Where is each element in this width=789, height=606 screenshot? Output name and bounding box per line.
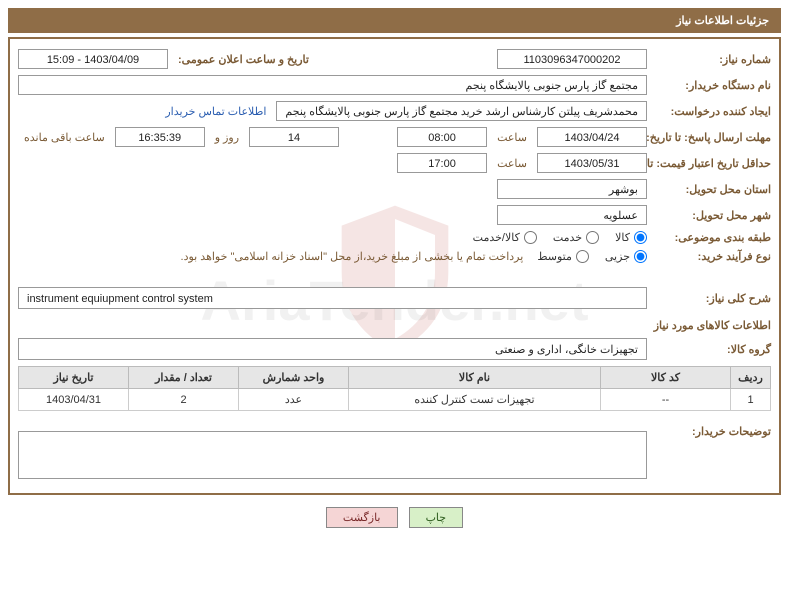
field-need-no: 1103096347000202 bbox=[497, 49, 647, 69]
table-row: 1 -- تجهیزات تست کنترل کننده عدد 2 1403/… bbox=[19, 389, 771, 411]
label-purchase-type: نوع فرآیند خرید: bbox=[651, 250, 771, 263]
radio-partial[interactable]: جزیی bbox=[605, 250, 647, 263]
print-button[interactable]: چاپ bbox=[409, 507, 464, 528]
field-remaining-time: 16:35:39 bbox=[115, 127, 205, 147]
radio-goods-service[interactable]: کالا/خدمت bbox=[473, 231, 537, 244]
th-unit: واحد شمارش bbox=[239, 367, 349, 389]
label-response-deadline: مهلت ارسال پاسخ: تا تاریخ: bbox=[651, 131, 771, 144]
th-idx: ردیف bbox=[731, 367, 771, 389]
purchase-radio-group: جزیی متوسط bbox=[537, 250, 647, 263]
goods-table: ردیف کد کالا نام کالا واحد شمارش تعداد /… bbox=[18, 366, 771, 411]
link-buyer-contact[interactable]: اطلاعات تماس خریدار bbox=[165, 105, 272, 118]
label-delivery-city: شهر محل تحویل: bbox=[651, 209, 771, 222]
details-panel: شماره نیاز: 1103096347000202 تاریخ و ساع… bbox=[8, 37, 781, 495]
purchase-note: پرداخت تمام یا بخشی از مبلغ خرید،از محل … bbox=[18, 250, 533, 263]
label-category: طبقه بندی موضوعی: bbox=[651, 231, 771, 244]
label-time-2: ساعت bbox=[491, 157, 533, 170]
cell-code: -- bbox=[601, 389, 731, 411]
field-response-time: 08:00 bbox=[397, 127, 487, 147]
label-buyer-notes: توضیحات خریدار: bbox=[651, 425, 771, 438]
buyer-notes-box bbox=[18, 431, 647, 479]
field-general-desc: instrument equiupment control system bbox=[18, 287, 647, 309]
label-need-no: شماره نیاز: bbox=[651, 53, 771, 66]
button-bar: چاپ بازگشت bbox=[0, 499, 789, 536]
goods-section-title: اطلاعات کالاهای مورد نیاز bbox=[18, 319, 771, 332]
radio-service[interactable]: خدمت bbox=[553, 231, 599, 244]
panel-header: جزئیات اطلاعات نیاز bbox=[8, 8, 781, 33]
label-remaining: ساعت باقی مانده bbox=[18, 131, 111, 144]
radio-goods[interactable]: کالا bbox=[615, 231, 647, 244]
category-radio-group: کالا خدمت کالا/خدمت bbox=[473, 231, 647, 244]
th-code: کد کالا bbox=[601, 367, 731, 389]
field-buyer-org: مجتمع گاز پارس جنوبی پالایشگاه پنجم bbox=[18, 75, 647, 95]
field-validity-date: 1403/05/31 bbox=[537, 153, 647, 173]
field-announce-datetime: 1403/04/09 - 15:09 bbox=[18, 49, 168, 69]
field-delivery-province: بوشهر bbox=[497, 179, 647, 199]
label-time-1: ساعت bbox=[491, 131, 533, 144]
label-general-desc: شرح کلی نیاز: bbox=[651, 292, 771, 305]
cell-qty: 2 bbox=[129, 389, 239, 411]
field-requester: محمدشریف پیلتن کارشناس ارشد خرید مجتمع گ… bbox=[276, 101, 647, 121]
label-buyer-org: نام دستگاه خریدار: bbox=[651, 79, 771, 92]
field-delivery-city: عسلویه bbox=[497, 205, 647, 225]
field-remaining-days: 14 bbox=[249, 127, 339, 147]
cell-name: تجهیزات تست کنترل کننده bbox=[349, 389, 601, 411]
field-validity-time: 17:00 bbox=[397, 153, 487, 173]
label-requester: ایجاد کننده درخواست: bbox=[651, 105, 771, 118]
table-header-row: ردیف کد کالا نام کالا واحد شمارش تعداد /… bbox=[19, 367, 771, 389]
field-response-date: 1403/04/24 bbox=[537, 127, 647, 147]
radio-service-input[interactable] bbox=[586, 231, 599, 244]
radio-goods-input[interactable] bbox=[634, 231, 647, 244]
cell-date: 1403/04/31 bbox=[19, 389, 129, 411]
radio-goods-service-input[interactable] bbox=[524, 231, 537, 244]
radio-medium-input[interactable] bbox=[576, 250, 589, 263]
th-qty: تعداد / مقدار bbox=[129, 367, 239, 389]
th-name: نام کالا bbox=[349, 367, 601, 389]
radio-partial-input[interactable] bbox=[634, 250, 647, 263]
label-days: روز و bbox=[209, 131, 245, 144]
label-delivery-province: استان محل تحویل: bbox=[651, 183, 771, 196]
label-goods-group: گروه کالا: bbox=[651, 343, 771, 356]
field-goods-group: تجهیزات خانگی، اداری و صنعتی bbox=[18, 338, 647, 360]
cell-unit: عدد bbox=[239, 389, 349, 411]
th-date: تاریخ نیاز bbox=[19, 367, 129, 389]
label-announce-datetime: تاریخ و ساعت اعلان عمومی: bbox=[172, 53, 309, 66]
radio-medium[interactable]: متوسط bbox=[537, 250, 589, 263]
label-validity-deadline: حداقل تاریخ اعتبار قیمت: تا تاریخ: bbox=[651, 157, 771, 170]
back-button[interactable]: بازگشت bbox=[326, 507, 398, 528]
cell-idx: 1 bbox=[731, 389, 771, 411]
